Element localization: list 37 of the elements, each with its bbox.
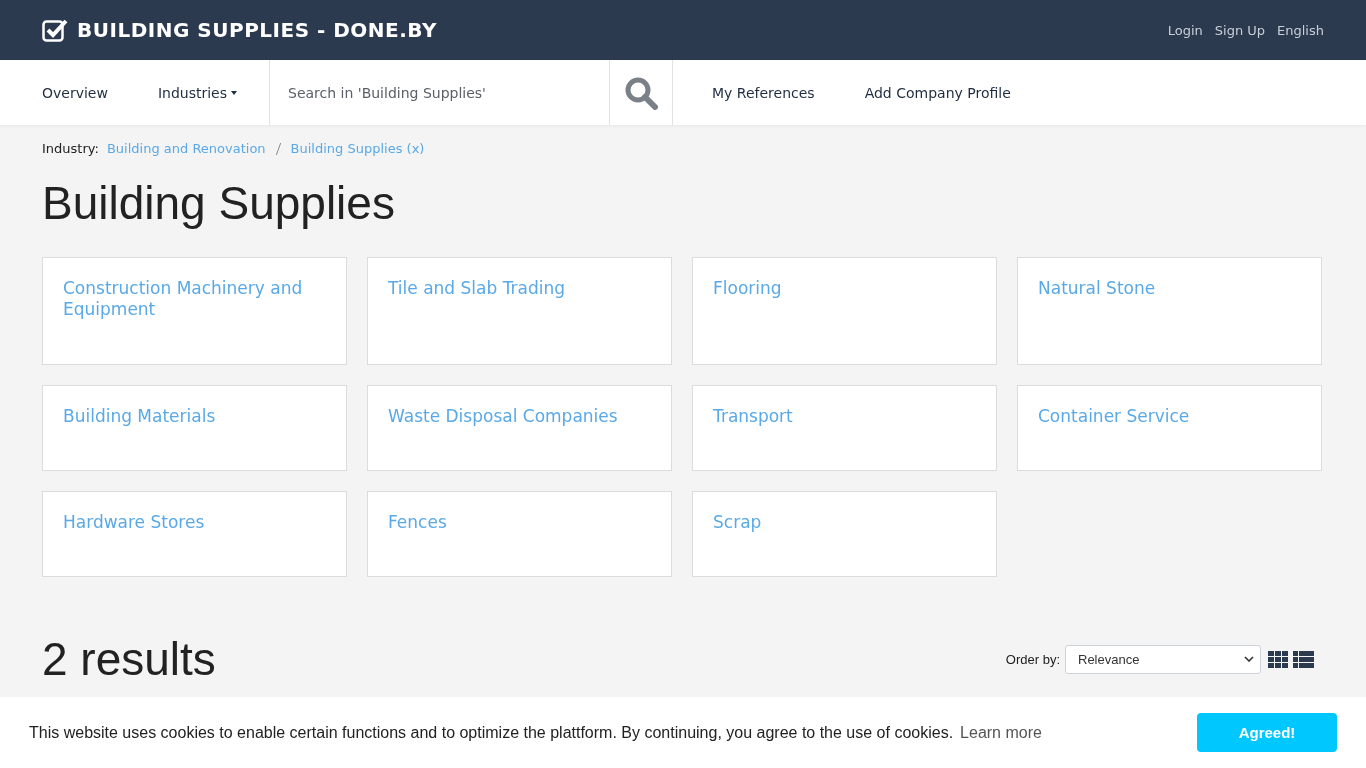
breadcrumb-link[interactable]: Building Supplies (x) [290, 141, 425, 156]
category-card[interactable]: Transport [692, 385, 997, 471]
header-link[interactable]: Sign Up [1214, 22, 1266, 38]
header-link[interactable]: Login [1167, 22, 1203, 38]
breadcrumb-link[interactable]: Building and Renovation [106, 141, 266, 156]
page-title: Building Supplies [42, 176, 396, 230]
category-card[interactable]: Flooring [692, 257, 997, 365]
nav-link[interactable]: Industries [157, 60, 238, 125]
checkbox-icon [42, 18, 68, 42]
learn-more-link[interactable]: Learn more [960, 723, 1042, 742]
category-card[interactable]: Natural Stone [1017, 257, 1322, 365]
category-card[interactable]: Scrap [692, 491, 997, 577]
list-view-icon[interactable] [1293, 650, 1314, 668]
search-field[interactable]: Search in 'Building Supplies' [270, 60, 610, 125]
breadcrumb-label: Industry: [42, 141, 99, 156]
category-card[interactable]: Tile and Slab Trading [367, 257, 672, 365]
search-icon [624, 75, 659, 110]
category-card[interactable]: Waste Disposal Companies [367, 385, 672, 471]
nav-link[interactable]: Overview [42, 60, 108, 125]
chevron-icon [1244, 656, 1254, 662]
order-label: Order by: [1005, 651, 1060, 667]
nav-link[interactable]: Add Company Profile [864, 60, 1011, 125]
category-card[interactable]: Construction Machinery and Equipment [42, 257, 347, 365]
caret-icon [231, 90, 238, 95]
results-count: 2 results [42, 632, 216, 686]
search-button[interactable] [610, 60, 674, 125]
grid-view-icon[interactable] [1268, 650, 1288, 668]
header-link[interactable]: English [1277, 22, 1324, 38]
order-select[interactable]: Relevance [1065, 644, 1261, 674]
cookie-message: This website uses cookies to enable certain functions and to optimize the plattform. By continuing, you agree to the use of cookies. [29, 723, 954, 742]
category-card[interactable]: Container Service [1017, 385, 1322, 471]
nav-link[interactable]: My References [712, 60, 815, 125]
agree-button[interactable]: Agreed! [1197, 713, 1337, 752]
site-logo[interactable]: BUILDING SUPPLIES - DONE.BY [77, 18, 437, 42]
category-card[interactable]: Building Materials [42, 385, 347, 471]
category-card[interactable]: Fences [367, 491, 672, 577]
category-card[interactable]: Hardware Stores [42, 491, 347, 577]
